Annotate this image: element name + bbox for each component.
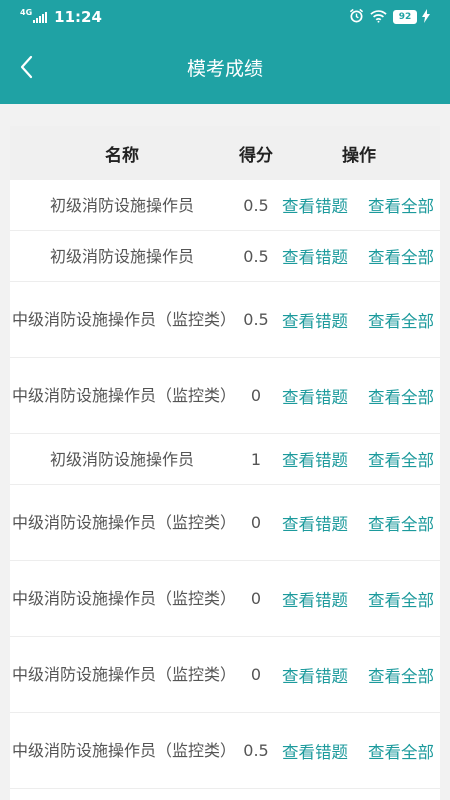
row-actions: 查看错题 查看全部 xyxy=(278,384,440,408)
view-wrong-button[interactable]: 查看错题 xyxy=(282,739,348,763)
view-all-button[interactable]: 查看全部 xyxy=(368,587,434,611)
signal-icon xyxy=(33,11,48,23)
table-row: 初级消防设施操作员 1 查看错题 查看全部 xyxy=(10,434,440,485)
chevron-left-icon xyxy=(19,55,33,83)
table-row: 中级消防设施操作员（监控类） 0.5 查看错题 查看全部 xyxy=(10,713,440,789)
row-actions: 查看错题 查看全部 xyxy=(278,308,440,332)
view-wrong-button[interactable]: 查看错题 xyxy=(282,511,348,535)
view-wrong-button[interactable]: 查看错题 xyxy=(282,244,348,268)
view-all-button[interactable]: 查看全部 xyxy=(368,663,434,687)
view-all-button[interactable]: 查看全部 xyxy=(368,739,434,763)
view-wrong-button[interactable]: 查看错题 xyxy=(282,193,348,217)
exam-name: 初级消防设施操作员 xyxy=(49,195,194,215)
column-header-score: 得分 xyxy=(239,145,273,166)
view-wrong-button[interactable]: 查看错题 xyxy=(282,384,348,408)
exam-name: 中级消防设施操作员（监控类） xyxy=(12,589,237,608)
view-all-button[interactable]: 查看全部 xyxy=(368,244,434,268)
row-actions: 查看错题 查看全部 xyxy=(278,587,440,611)
view-wrong-button[interactable]: 查看错题 xyxy=(282,587,348,611)
exam-score: 0.5 xyxy=(243,741,269,760)
exam-name: 中级消防设施操作员（监控类） xyxy=(12,310,237,329)
view-all-button[interactable]: 查看全部 xyxy=(368,511,434,535)
status-bar: 4G 11:24 92 xyxy=(0,0,450,34)
wifi-icon xyxy=(370,8,387,27)
table-row: 中级消防设施操作员（监控类） 0 查看错题 查看全部 xyxy=(10,637,440,713)
clock-time: 11:24 xyxy=(54,8,102,26)
charging-icon xyxy=(422,8,430,27)
exam-name: 中级消防设施操作员（监控类） xyxy=(12,665,237,684)
exam-score: 0 xyxy=(250,589,262,608)
status-left: 4G 11:24 xyxy=(20,7,102,27)
column-header-actions: 操作 xyxy=(342,145,376,166)
exam-name: 中级消防设施操作员（监控类） xyxy=(12,386,237,405)
exam-score: 0.5 xyxy=(243,310,269,329)
battery-icon: 92 xyxy=(393,10,417,24)
exam-name: 中级消防设施操作员（监控类） xyxy=(12,741,237,760)
exam-score: 0 xyxy=(250,513,262,532)
page-title: 模考成绩 xyxy=(186,58,263,80)
view-all-button[interactable]: 查看全部 xyxy=(368,308,434,332)
row-actions: 查看错题 查看全部 xyxy=(278,739,440,763)
network-type: 4G xyxy=(20,7,33,17)
status-right: 92 xyxy=(349,8,430,26)
scores-table: 名称 得分 操作 初级消防设施操作员 0.5 查看错题 查看全部 初级消防设施操… xyxy=(10,126,440,800)
table-row: 中级消防设施操作员（监控类） 0.5 查看错题 查看全部 xyxy=(10,282,440,358)
alarm-icon xyxy=(349,8,364,27)
exam-score: 0 xyxy=(250,665,262,684)
row-actions: 查看错题 查看全部 xyxy=(278,244,440,268)
exam-name: 初级消防设施操作员 xyxy=(49,449,194,469)
row-actions: 查看错题 查看全部 xyxy=(278,193,440,217)
view-all-button[interactable]: 查看全部 xyxy=(368,384,434,408)
table-row: 中级消防设施操作员（监控类） 0 查看错题 查看全部 xyxy=(10,358,440,434)
exam-score: 1 xyxy=(250,449,262,469)
exam-name: 中级消防设施操作员（监控类） xyxy=(12,513,237,532)
app-header: 模考成绩 xyxy=(0,34,450,104)
exam-score: 0.5 xyxy=(243,246,269,266)
table-row: 中级消防设施操作员（监控类） 0 查看错题 查看全部 xyxy=(10,561,440,637)
table-row: 初级消防设施操作员 0.5 查看错题 查看全部 xyxy=(10,231,440,282)
table-row: 初级消防设施操作员 0.5 查看错题 查看全部 xyxy=(10,180,440,231)
view-all-button[interactable]: 查看全部 xyxy=(368,447,434,471)
view-wrong-button[interactable]: 查看错题 xyxy=(282,308,348,332)
table-header-row: 名称 得分 操作 xyxy=(10,126,440,180)
exam-score: 0.5 xyxy=(243,195,269,215)
view-all-button[interactable]: 查看全部 xyxy=(368,193,434,217)
table-row: 中级消防设施操作员（监控类） 0 查看错题 查看全部 xyxy=(10,485,440,561)
exam-score: 0 xyxy=(250,386,262,405)
back-button[interactable] xyxy=(8,51,44,87)
view-wrong-button[interactable]: 查看错题 xyxy=(282,663,348,687)
row-actions: 查看错题 查看全部 xyxy=(278,511,440,535)
exam-name: 初级消防设施操作员 xyxy=(49,246,194,266)
column-header-name: 名称 xyxy=(105,145,139,166)
view-wrong-button[interactable]: 查看错题 xyxy=(282,447,348,471)
row-actions: 查看错题 查看全部 xyxy=(278,663,440,687)
row-actions: 查看错题 查看全部 xyxy=(278,447,440,471)
